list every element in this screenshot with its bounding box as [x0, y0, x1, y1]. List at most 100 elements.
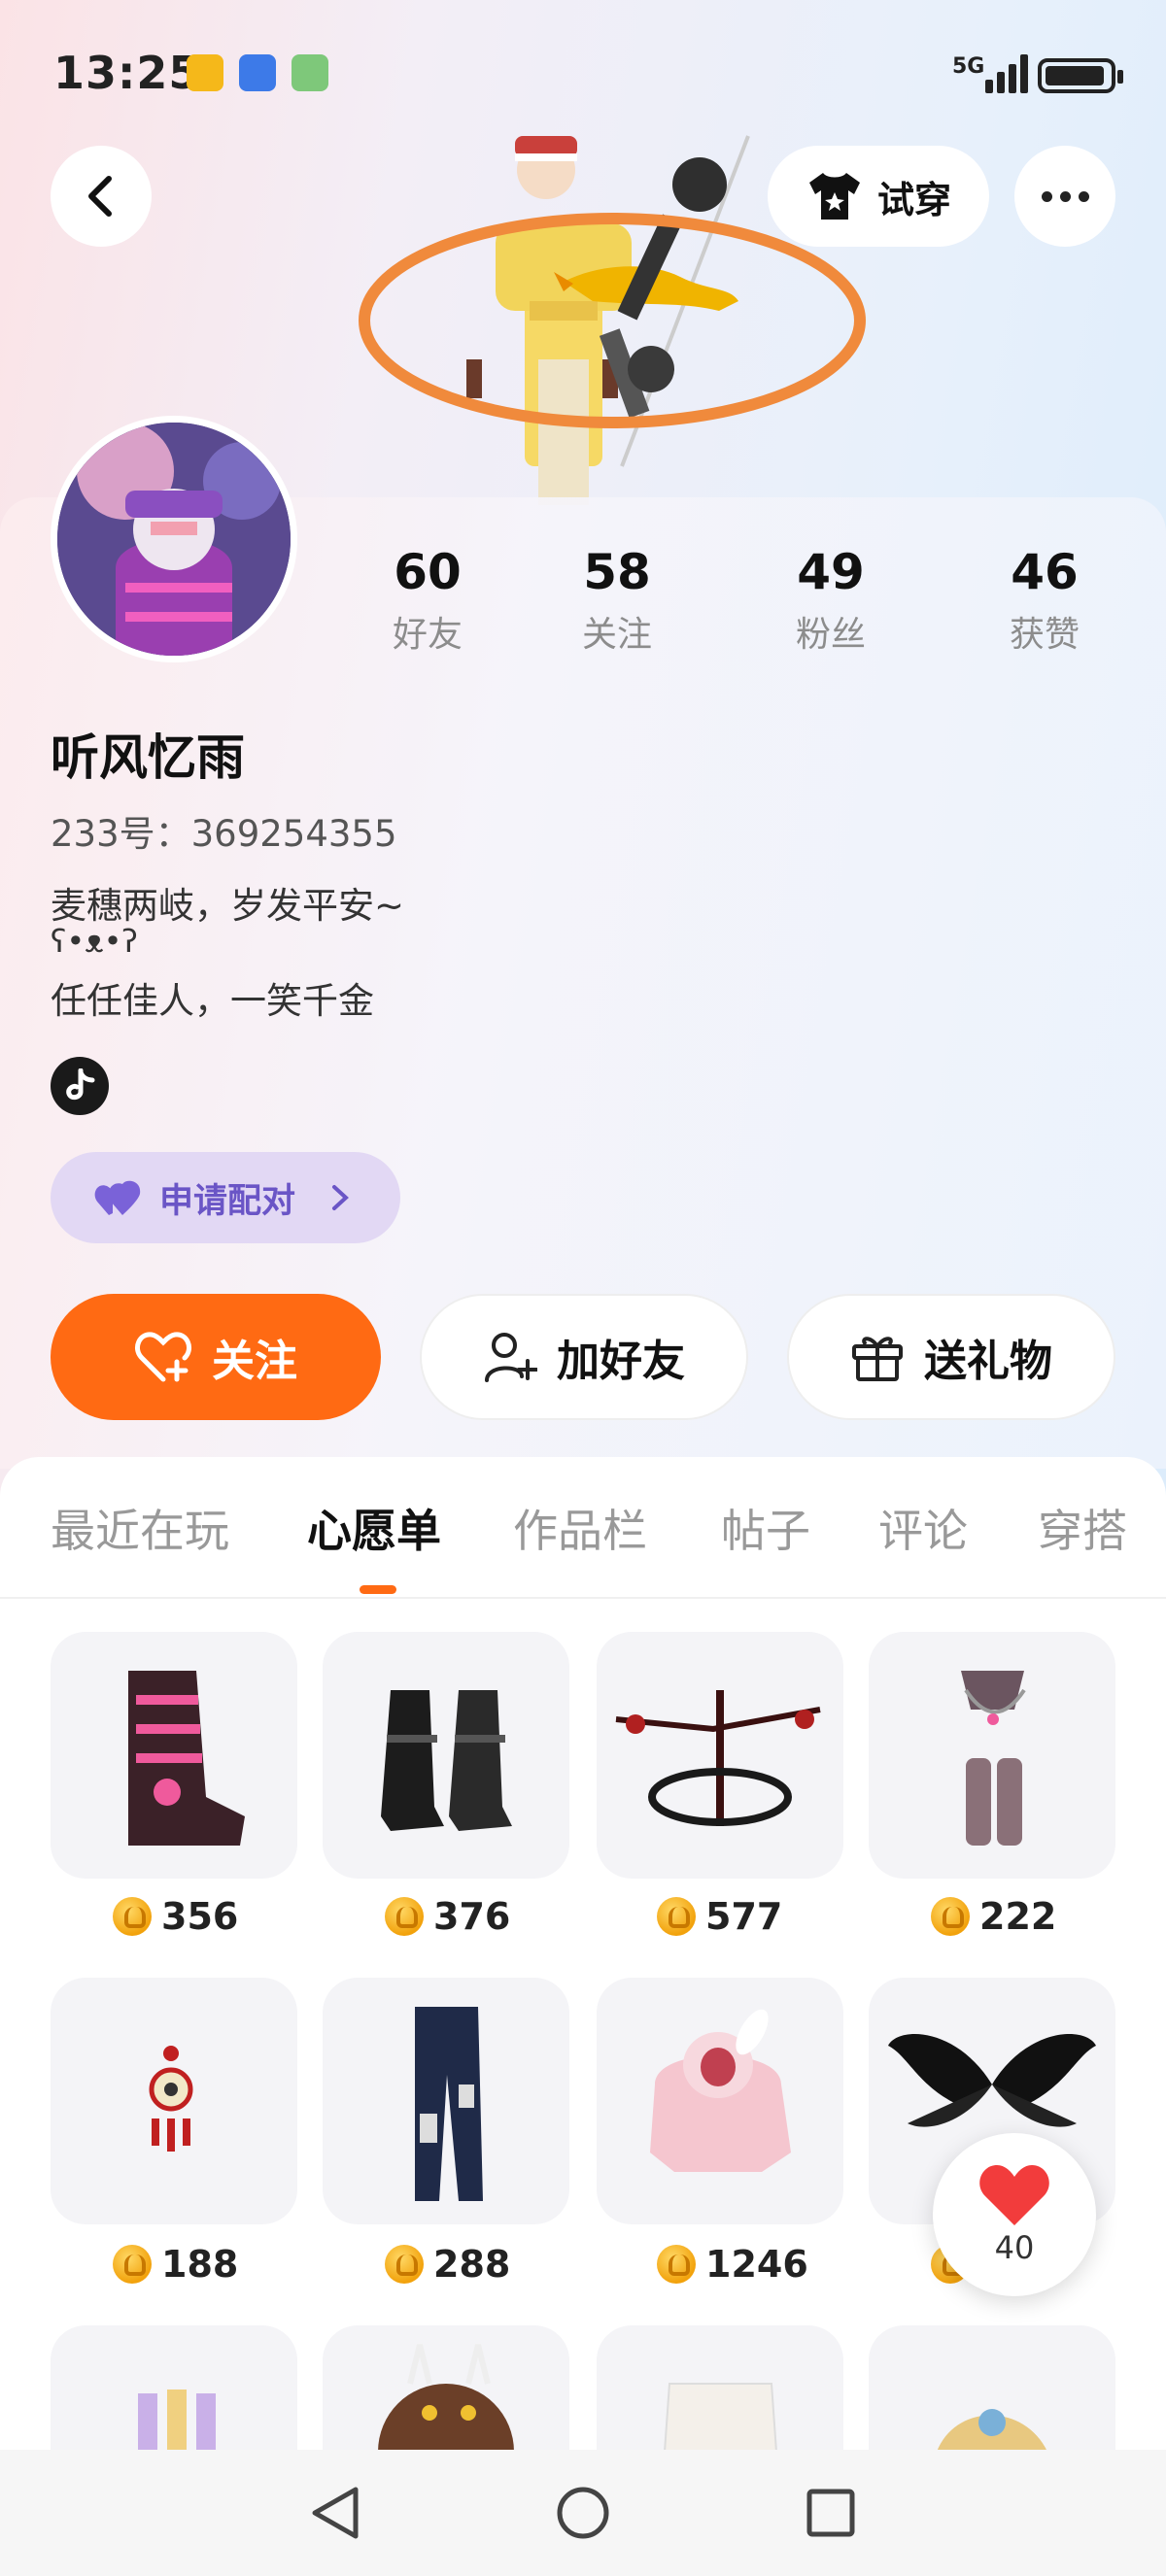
try-on-label: 试穿 [876, 178, 951, 221]
pants-image [415, 2007, 483, 2201]
wishlist-item-pink-black-boots[interactable] [51, 1632, 297, 1879]
like-count: 40 [994, 2229, 1035, 2266]
coin-icon [113, 2245, 152, 2284]
avatar-image [57, 423, 291, 656]
price-value: 376 [433, 1895, 511, 1938]
back-button[interactable] [51, 146, 152, 247]
triangle-back-icon [312, 2487, 359, 2539]
pendant-image [149, 2046, 193, 2152]
wishlist-price: 577 [657, 1892, 782, 1941]
music-note-icon [66, 1068, 95, 1101]
double-heart-icon [94, 1180, 141, 1215]
stat-label: 关注 [581, 615, 652, 655]
heart-app-icon [187, 54, 223, 91]
network-type: 5G [952, 54, 985, 79]
user-id: 233号：369254355 [51, 813, 397, 855]
circle-home-icon [557, 2487, 609, 2539]
tab-posts[interactable]: 帖子 [721, 1496, 810, 1560]
tab-wishlist[interactable]: 心愿单 [307, 1496, 441, 1560]
signal-icon [981, 51, 1036, 93]
item-image [937, 2409, 1047, 2452]
price-value: 356 [161, 1895, 239, 1938]
coin-icon [931, 1897, 970, 1936]
send-gift-button[interactable]: 送礼物 [787, 1294, 1115, 1420]
boots-image [381, 1690, 512, 1831]
stat-value: 60 [394, 544, 462, 600]
try-on-button[interactable]: 试穿 [768, 146, 989, 247]
coin-icon [113, 1897, 152, 1936]
tab-works[interactable]: 作品栏 [513, 1496, 647, 1560]
wishlist-price: 356 [113, 1892, 238, 1941]
game-app-icon [292, 54, 328, 91]
tshirt-icon [808, 173, 860, 220]
follow-label: 关注 [212, 1337, 297, 1386]
item-image [138, 2390, 216, 2452]
tab-recently-played[interactable]: 最近在玩 [51, 1496, 229, 1560]
add-friend-button[interactable]: 加好友 [420, 1294, 748, 1420]
tab-indicator [360, 1585, 396, 1594]
heart-plus-icon [135, 1332, 191, 1382]
wishlist-price: 1246 [657, 2240, 808, 2288]
stat-label: 好友 [392, 615, 463, 655]
avatar[interactable] [51, 416, 297, 662]
stat-label: 获赞 [1009, 615, 1080, 655]
item-image [378, 2344, 514, 2520]
nav-back-button[interactable] [301, 2479, 369, 2547]
tab-comments[interactable]: 评论 [878, 1496, 968, 1560]
send-gift-label: 送礼物 [924, 1337, 1052, 1386]
price-value: 577 [705, 1895, 783, 1938]
tiktok-icon[interactable] [51, 1057, 109, 1115]
price-value: 1246 [705, 2243, 808, 2286]
heart-icon [979, 2165, 1049, 2225]
wishlist-price: 222 [931, 1892, 1056, 1941]
boots-image [128, 1671, 245, 1846]
like-button[interactable]: 40 [933, 2133, 1096, 2296]
gift-icon [852, 1337, 903, 1381]
wishlist-item-denim-pants[interactable] [323, 1978, 569, 2224]
coin-icon [657, 2245, 696, 2284]
bio-line: 任任佳人，一笑千金 [51, 980, 374, 1022]
stat-label: 粉丝 [795, 615, 866, 655]
wishlist-price: 376 [385, 1892, 510, 1941]
status-time: 13:25 [53, 47, 201, 99]
wishlist-item-chain-leg-accessory[interactable] [869, 1632, 1115, 1879]
stat-likes[interactable]: 46 获赞 [957, 544, 1132, 657]
hoodie-image [650, 2009, 791, 2172]
wishlist-item-black-strap-boots[interactable] [323, 1632, 569, 1879]
wishlist-price: 188 [113, 2240, 238, 2288]
nav-recents-button[interactable] [797, 2479, 865, 2547]
wishlist-item-pink-bunny-hoodie[interactable] [597, 1978, 843, 2224]
stat-value: 46 [1011, 544, 1079, 600]
more-dots-icon [1041, 190, 1089, 202]
tab-divider [0, 1597, 1166, 1599]
accessory-image [961, 1671, 1026, 1846]
battery-icon [1038, 58, 1123, 93]
tab-outfits[interactable]: 穿搭 [1038, 1496, 1127, 1560]
apply-pair-button[interactable]: 申请配对 [51, 1152, 400, 1243]
system-nav-bar [0, 2450, 1166, 2576]
item-image [663, 2383, 778, 2453]
stat-fans[interactable]: 49 粉丝 [743, 544, 918, 657]
coin-icon [657, 1897, 696, 1936]
stat-value: 58 [583, 544, 651, 600]
username: 听风忆雨 [51, 729, 245, 786]
wishlist-item-dark-crossbow-wings[interactable] [597, 1632, 843, 1879]
bio-line: ʕ•ᴥ•ʔ [51, 923, 138, 960]
coin-icon [385, 1897, 424, 1936]
bio-line: 麦穗两岐，岁发平安~ [51, 885, 405, 927]
square-recents-icon [806, 2489, 855, 2537]
follow-button[interactable]: 关注 [51, 1294, 381, 1420]
stat-following[interactable]: 58 关注 [530, 544, 704, 657]
nav-home-button[interactable] [549, 2479, 617, 2547]
stat-friends[interactable]: 60 好友 [340, 544, 515, 657]
add-friend-label: 加好友 [557, 1337, 685, 1386]
price-value: 222 [979, 1895, 1057, 1938]
chevron-left-icon [88, 176, 112, 217]
price-value: 288 [433, 2243, 511, 2286]
security-app-icon [239, 54, 276, 91]
wishlist-item-red-pendant-accessory[interactable] [51, 1978, 297, 2224]
wings-image [615, 1690, 821, 1826]
coin-icon [385, 2245, 424, 2284]
apply-pair-label: 申请配对 [159, 1181, 296, 1221]
more-options-button[interactable] [1014, 146, 1115, 247]
